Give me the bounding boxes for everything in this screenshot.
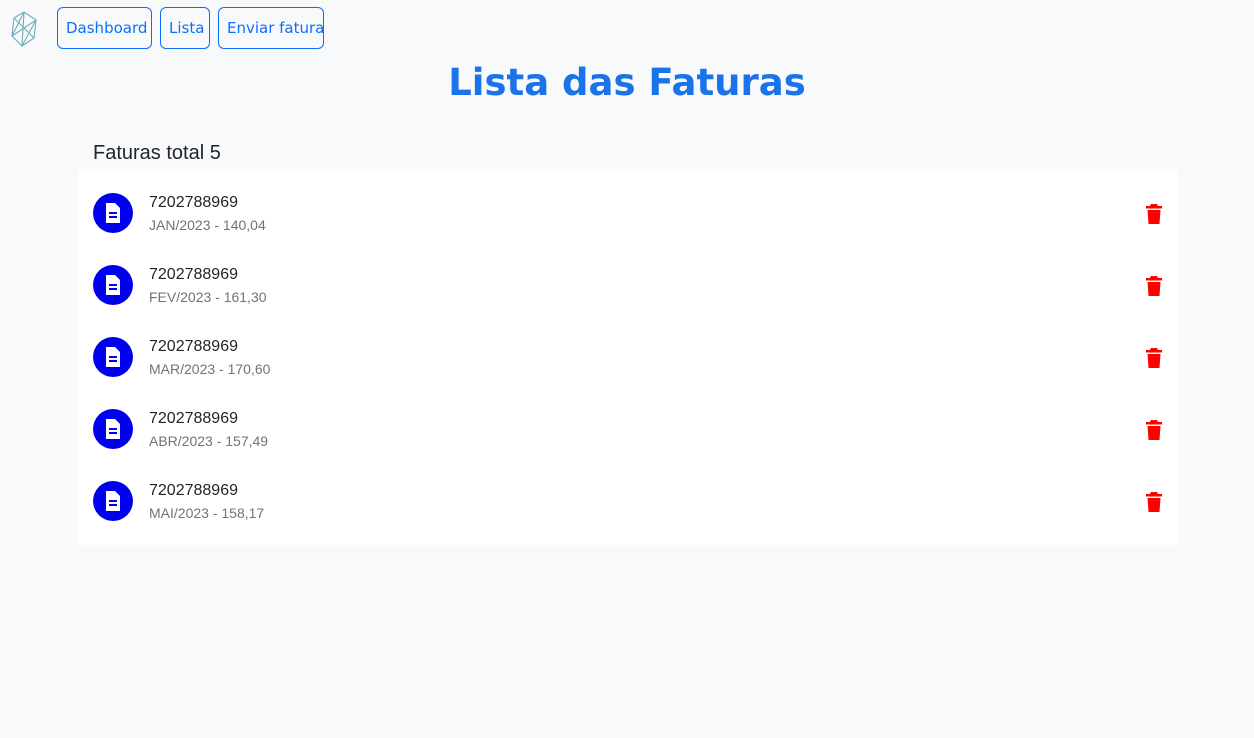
- invoice-list: 7202788969 JAN/2023 - 140,04 7202788969 …: [78, 169, 1178, 545]
- list-item[interactable]: 7202788969 MAR/2023 - 170,60: [78, 313, 1178, 385]
- list-item[interactable]: 7202788969 ABR/2023 - 157,49: [78, 385, 1178, 457]
- invoice-detail: JAN/2023 - 140,04: [149, 217, 266, 233]
- list-item[interactable]: 7202788969 FEV/2023 - 161,30: [78, 241, 1178, 313]
- document-icon: [93, 265, 133, 305]
- crystal-logo-icon[interactable]: [10, 11, 38, 47]
- invoice-detail: ABR/2023 - 157,49: [149, 433, 269, 449]
- invoice-detail: MAI/2023 - 158,17: [149, 505, 265, 521]
- invoice-number: 7202788969: [149, 410, 238, 427]
- document-icon: [93, 481, 133, 521]
- invoice-total-label: Faturas total 5: [93, 142, 221, 164]
- invoice-number: 7202788969: [149, 194, 238, 211]
- document-icon: [93, 193, 133, 233]
- invoice-number: 7202788969: [149, 266, 238, 283]
- invoice-detail: FEV/2023 - 161,30: [149, 289, 267, 305]
- page-title: Lista das Faturas: [448, 61, 806, 104]
- invoice-number: 7202788969: [149, 338, 238, 355]
- dashboard-button[interactable]: Dashboard: [57, 7, 152, 49]
- list-item[interactable]: 7202788969 MAI/2023 - 158,17: [78, 457, 1178, 529]
- trash-icon[interactable]: [1142, 490, 1166, 514]
- trash-icon[interactable]: [1142, 346, 1166, 370]
- top-nav: Dashboard Lista Enviar fatura: [0, 0, 1254, 56]
- trash-icon[interactable]: [1142, 418, 1166, 442]
- document-icon: [93, 337, 133, 377]
- lista-button[interactable]: Lista: [160, 7, 210, 49]
- enviar-fatura-button[interactable]: Enviar fatura: [218, 7, 324, 49]
- document-icon: [93, 409, 133, 449]
- invoice-detail: MAR/2023 - 170,60: [149, 361, 271, 377]
- invoice-number: 7202788969: [149, 482, 238, 499]
- list-item[interactable]: 7202788969 JAN/2023 - 140,04: [78, 169, 1178, 241]
- trash-icon[interactable]: [1142, 202, 1166, 226]
- trash-icon[interactable]: [1142, 274, 1166, 298]
